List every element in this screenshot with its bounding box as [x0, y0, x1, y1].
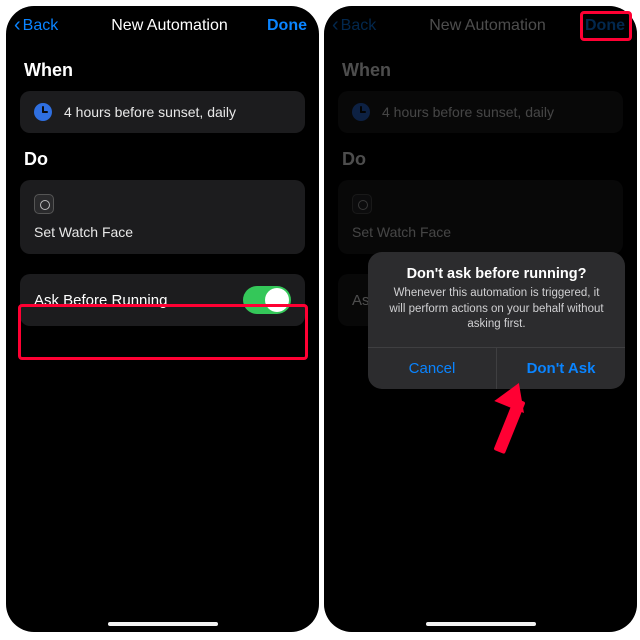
section-when-label: When — [6, 44, 319, 91]
section-do-label: Do — [6, 133, 319, 180]
home-indicator[interactable] — [426, 622, 536, 626]
ask-before-running-toggle[interactable] — [243, 286, 291, 314]
screenshot-right: ‹ Back New Automation Done When 4 hours … — [324, 6, 637, 632]
dialog-buttons: Cancel Don't Ask — [368, 347, 625, 389]
when-condition-text: 4 hours before sunset, daily — [64, 104, 236, 120]
dont-ask-button[interactable]: Don't Ask — [496, 348, 625, 389]
ask-before-running-label: Ask Before Running — [34, 292, 167, 309]
back-label: Back — [23, 17, 59, 35]
nav-bar: ‹ Back New Automation Done — [6, 6, 319, 44]
ask-before-running-row[interactable]: Ask Before Running — [20, 274, 305, 326]
screenshot-left: ‹ Back New Automation Done When 4 hours … — [6, 6, 319, 632]
cancel-button[interactable]: Cancel — [368, 348, 496, 389]
watch-face-icon — [34, 194, 54, 214]
do-action-card[interactable]: Set Watch Face — [20, 180, 305, 254]
page-title: New Automation — [111, 17, 228, 35]
done-button[interactable]: Done — [259, 17, 307, 35]
back-button[interactable]: ‹ Back — [14, 16, 80, 36]
dialog-title: Don't ask before running? — [368, 252, 625, 286]
chevron-left-icon: ‹ — [14, 15, 21, 35]
when-condition-card[interactable]: 4 hours before sunset, daily — [20, 91, 305, 133]
confirm-dialog: Don't ask before running? Whenever this … — [368, 252, 625, 389]
dialog-message: Whenever this automation is triggered, i… — [368, 286, 625, 347]
do-action-text: Set Watch Face — [34, 224, 133, 240]
home-indicator[interactable] — [108, 622, 218, 626]
clock-icon — [34, 103, 52, 121]
